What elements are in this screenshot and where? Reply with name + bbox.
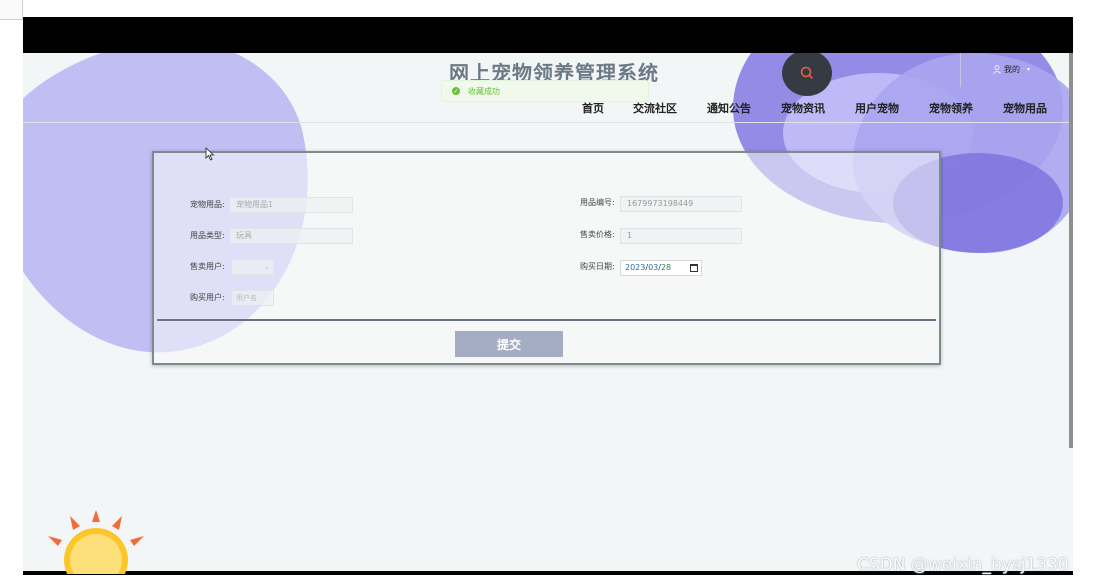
product-name-input[interactable]: 宠物用品1: [229, 197, 353, 213]
submit-button[interactable]: 提交: [455, 331, 563, 357]
user-icon: [993, 65, 1001, 74]
user-menu[interactable]: 我的 ▾: [993, 64, 1030, 75]
purchase-form-card: 宠物用品: 宠物用品1 用品类型: 玩具 售卖用户: ⌄ 购买用户: 用户名 用…: [152, 151, 941, 365]
top-black-bar: [23, 17, 1073, 53]
buyer-select[interactable]: 用户名: [231, 290, 274, 306]
header-vertical-divider: [960, 53, 961, 87]
nav-item-adoption[interactable]: 宠物领养: [929, 100, 973, 116]
mouse-cursor-icon: [205, 147, 215, 161]
watermark: CSDN @weixin_bysj1330: [857, 555, 1069, 575]
buyer-label: 购买用户:: [190, 293, 225, 302]
page-scrollbar[interactable]: [1069, 53, 1073, 448]
product-name-label: 宠物用品:: [190, 200, 225, 209]
product-type-input[interactable]: 玩具: [229, 228, 353, 244]
product-no-input[interactable]: 1679973198449: [620, 196, 742, 212]
nav-item-pet-supplies[interactable]: 宠物用品: [1003, 100, 1047, 116]
nav-item-pet-news[interactable]: 宠物资讯: [781, 100, 825, 116]
date-month: 03: [648, 263, 659, 272]
chevron-down-icon: ⌄: [264, 263, 270, 271]
header-divider: [23, 122, 1073, 123]
sun-icon: [48, 510, 144, 574]
check-circle-icon: ✓: [452, 87, 460, 95]
product-type-label: 用品类型:: [190, 231, 225, 240]
seller-select[interactable]: ⌄: [231, 259, 274, 275]
screenshot-frame: 网上宠物领养管理系统 ✓ 收藏成功 我的 ▾ 首页 交流社区 通知公告 宠物资讯…: [0, 0, 1100, 587]
sale-price-label: 售卖价格:: [580, 230, 615, 239]
app-viewport: 网上宠物领养管理系统 ✓ 收藏成功 我的 ▾ 首页 交流社区 通知公告 宠物资讯…: [23, 53, 1073, 571]
calendar-icon[interactable]: [690, 264, 698, 272]
user-menu-label: 我的: [1004, 65, 1020, 74]
purchase-date-label: 购买日期:: [580, 262, 615, 271]
toast-message: 收藏成功: [468, 86, 500, 96]
nav-item-notices[interactable]: 通知公告: [707, 100, 751, 116]
nav-item-community[interactable]: 交流社区: [633, 100, 677, 116]
product-no-label: 用品编号:: [580, 198, 615, 207]
nav-item-home[interactable]: 首页: [582, 100, 604, 116]
date-day: 28: [660, 263, 672, 272]
search-icon: [800, 66, 814, 80]
success-toast: ✓ 收藏成功: [441, 80, 649, 102]
nav-item-user-pets[interactable]: 用户宠物: [855, 100, 899, 116]
purchase-date-input[interactable]: 2023/03/28: [620, 260, 702, 276]
sale-price-input[interactable]: 1: [620, 228, 742, 244]
buyer-select-value: 用户名: [236, 294, 257, 302]
seller-label: 售卖用户:: [190, 262, 225, 271]
chevron-down-icon: ▾: [1027, 66, 1031, 73]
date-year: 2023: [625, 263, 646, 272]
window-corner: [0, 0, 23, 20]
form-divider: [157, 319, 936, 321]
